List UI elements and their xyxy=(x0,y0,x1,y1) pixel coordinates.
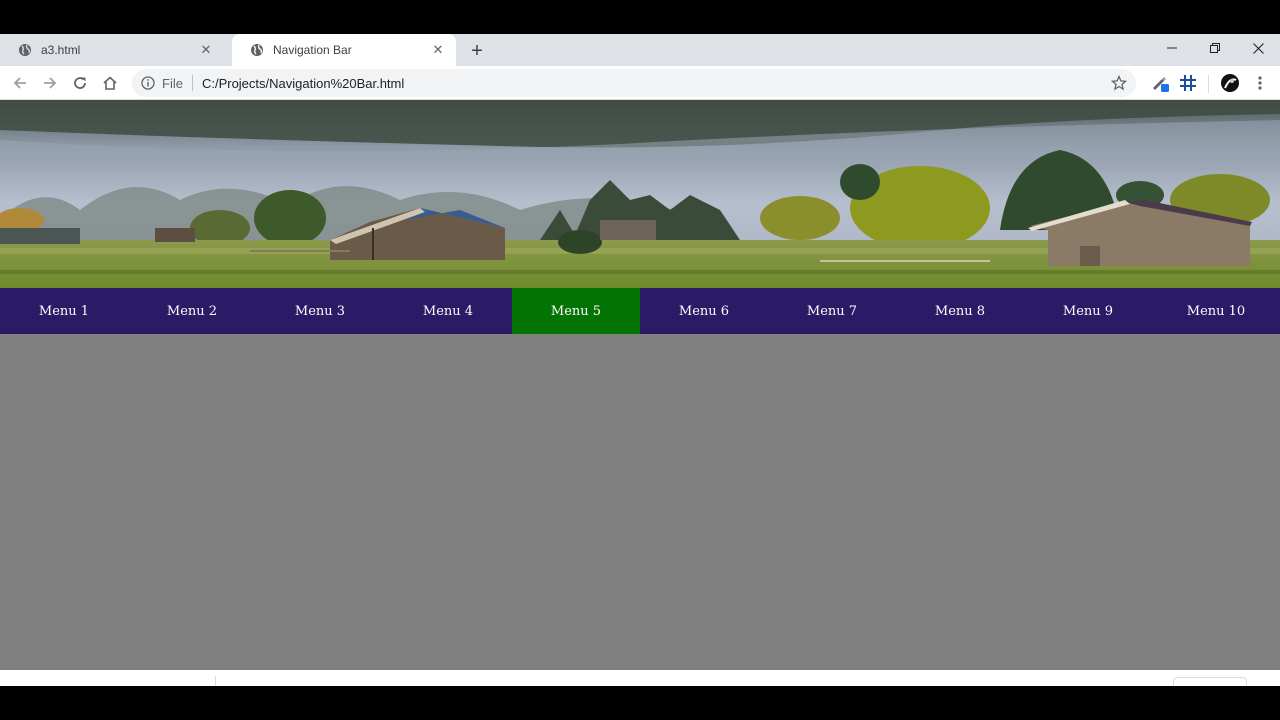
minimize-icon[interactable] xyxy=(1150,34,1194,62)
close-icon[interactable]: ✕ xyxy=(430,42,446,58)
extension-pen-icon[interactable] xyxy=(1148,71,1172,95)
nav-menu-10[interactable]: Menu 10 xyxy=(1152,288,1280,334)
address-separator xyxy=(191,75,193,91)
restore-icon[interactable] xyxy=(1193,34,1237,62)
globe-icon xyxy=(250,43,264,57)
navigation-bar: Menu 1 Menu 2 Menu 3 Menu 4 Menu 5 Menu … xyxy=(0,288,1280,334)
page-viewport: Menu 1 Menu 2 Menu 3 Menu 4 Menu 5 Menu … xyxy=(0,100,1280,670)
browser-toolbar: File C:/Projects/Navigation%20Bar.html xyxy=(0,66,1280,100)
nav-menu-8[interactable]: Menu 8 xyxy=(896,288,1024,334)
back-icon[interactable] xyxy=(8,71,32,95)
nav-menu-7[interactable]: Menu 7 xyxy=(768,288,896,334)
grid-hash-icon[interactable] xyxy=(1176,71,1200,95)
profile-avatar-icon[interactable] xyxy=(1218,71,1242,95)
nav-menu-5[interactable]: Menu 5 xyxy=(512,288,640,334)
plus-icon[interactable]: + xyxy=(466,40,488,62)
url-text[interactable]: C:/Projects/Navigation%20Bar.html xyxy=(202,76,404,91)
toolbar-divider xyxy=(1208,75,1209,93)
forward-icon[interactable] xyxy=(38,71,62,95)
letterbox-bottom xyxy=(0,686,1280,720)
close-icon[interactable]: ✕ xyxy=(198,42,214,58)
close-icon[interactable] xyxy=(1236,34,1280,62)
nav-menu-4[interactable]: Menu 4 xyxy=(384,288,512,334)
tab-strip: a3.html ✕ Navigation Bar ✕ + xyxy=(0,34,1280,66)
nav-menu-6[interactable]: Menu 6 xyxy=(640,288,768,334)
hero-image xyxy=(0,100,1280,288)
tab-a3[interactable]: a3.html ✕ xyxy=(0,34,224,66)
nav-menu-1[interactable]: Menu 1 xyxy=(0,288,128,334)
letterbox-top xyxy=(0,0,1280,34)
kebab-menu-icon[interactable] xyxy=(1248,71,1272,95)
download-bar xyxy=(0,670,1280,688)
globe-icon xyxy=(18,43,32,57)
tab-title: Navigation Bar xyxy=(273,43,352,57)
nav-menu-2[interactable]: Menu 2 xyxy=(128,288,256,334)
home-icon[interactable] xyxy=(98,71,122,95)
info-icon[interactable] xyxy=(140,75,156,91)
tab-navigation-bar[interactable]: Navigation Bar ✕ xyxy=(232,34,456,66)
nav-menu-9[interactable]: Menu 9 xyxy=(1024,288,1152,334)
scheme-label: File xyxy=(162,75,183,91)
nav-menu-3[interactable]: Menu 3 xyxy=(256,288,384,334)
star-icon[interactable] xyxy=(1110,74,1128,92)
reload-icon[interactable] xyxy=(68,71,92,95)
address-bar[interactable]: File C:/Projects/Navigation%20Bar.html xyxy=(132,69,1136,97)
download-bar-divider xyxy=(215,676,216,686)
tab-title: a3.html xyxy=(41,43,81,57)
